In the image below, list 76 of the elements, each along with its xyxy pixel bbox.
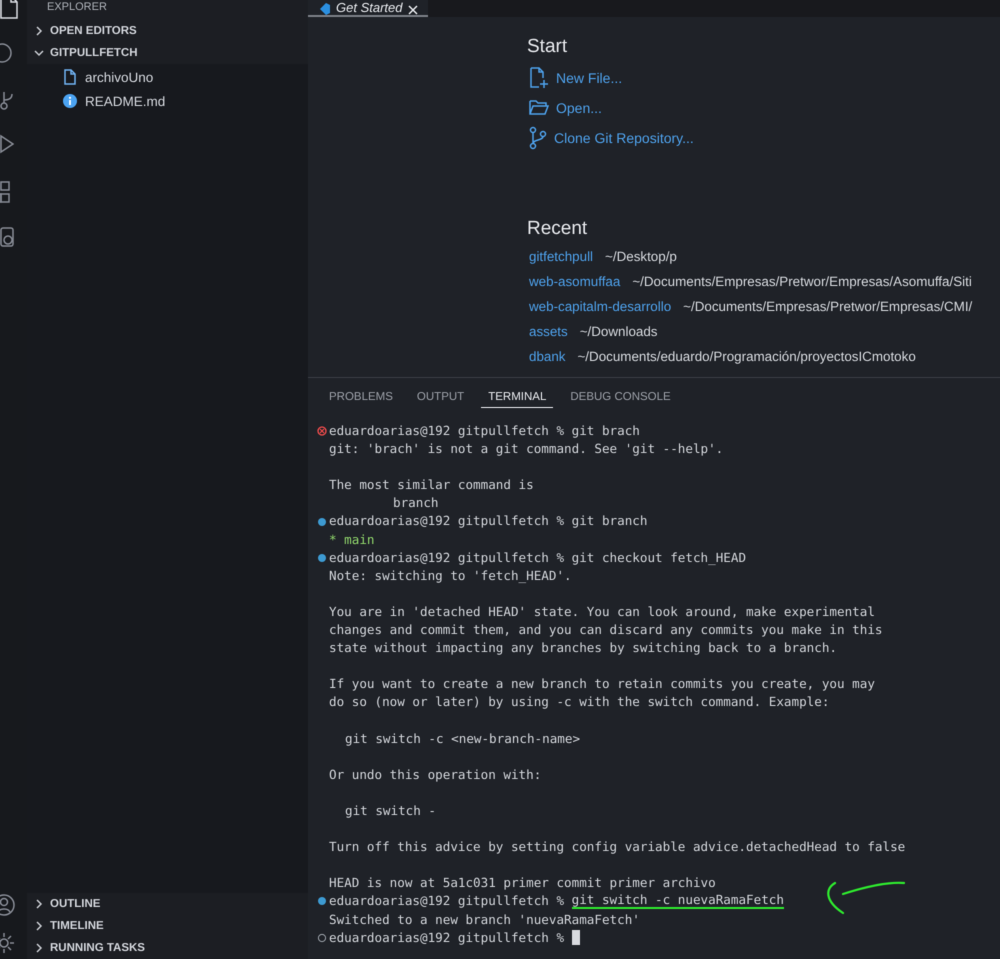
start-link[interactable]: Open... <box>556 100 602 116</box>
recent-path: ~/Desktop/p <box>605 249 677 264</box>
git-branch-icon <box>529 126 547 150</box>
section-label: OPEN EDITORS <box>50 25 137 37</box>
file-icon <box>63 69 77 85</box>
section-header[interactable]: RUNNING TASKS <box>27 937 308 959</box>
terminal-prompt: eduardoarias@192 gitpullfetch % <box>329 928 564 947</box>
file-name: archivoUno <box>85 70 154 84</box>
terminal-output: state without impacting any branches by switching back to a branch. <box>329 639 837 658</box>
recent-path: ~/Documents/Empresas/Pretwor/Empresas/CMI/ <box>683 299 972 314</box>
recent-link[interactable]: web-capitalm-desarrollo <box>529 299 672 314</box>
recent-link[interactable]: assets <box>529 324 568 339</box>
recent-link[interactable]: web-asomuffaa <box>529 274 620 289</box>
section-header[interactable]: GITPULLFETCH <box>27 42 308 64</box>
recent-path: ~/Documents/eduardo/Programación/proyectosICmotoko <box>577 349 916 364</box>
files-icon[interactable] <box>0 0 20 20</box>
terminal-output: Turn off this advice by setting config variable advice.detachedHead to false <box>329 838 906 856</box>
terminal-prompt: eduardoarias@192 gitpullfetch % <box>329 892 564 910</box>
terminal-output: branch <box>392 494 438 512</box>
panel-tab[interactable]: TERMINAL <box>481 384 554 408</box>
section-header[interactable]: OPEN EDITORS <box>27 20 308 42</box>
terminal-command: git brach <box>572 422 640 440</box>
recent-link[interactable]: dbank <box>529 349 566 364</box>
section-label: RUNNING TASKS <box>50 942 145 954</box>
terminal-output: do so (now or later) by using -c with the switch command. Example: <box>329 693 830 712</box>
chevron-right-icon <box>34 899 44 909</box>
sidebar-title: EXPLORER <box>47 1 107 13</box>
terminal-output: You are in 'detached HEAD' state. You can look around, make experimental <box>329 602 875 621</box>
panel-tab[interactable]: PROBLEMS <box>322 384 400 408</box>
new-file-icon <box>529 67 549 89</box>
chevron-down-icon <box>34 48 44 58</box>
chevron-right-icon <box>34 26 44 36</box>
terminal-output: git switch - <box>344 802 436 820</box>
account-icon[interactable] <box>0 893 16 917</box>
panel-tab[interactable]: DEBUG CONSOLE <box>563 384 678 408</box>
start-heading: Start <box>527 35 568 59</box>
terminal-output: git switch -c <new-branch-name> <box>344 730 580 748</box>
terminal-output: * main <box>329 530 374 549</box>
terminal-output: Or undo this operation with: <box>329 766 542 784</box>
file-item[interactable]: archivoUno <box>27 65 308 89</box>
terminal-output: git: 'brach' is not a git command. See 'git --help'. <box>329 440 724 458</box>
terminal-output: Switched to a new branch 'nuevaRamaFetch' <box>329 910 640 929</box>
folder-icon <box>529 99 549 117</box>
section-label: TIMELINE <box>50 920 104 932</box>
terminal-output: Note: switching to 'fetch_HEAD'. <box>329 566 572 585</box>
section-label: GITPULLFETCH <box>50 47 138 59</box>
close-icon[interactable] <box>408 5 418 15</box>
file-item[interactable]: README.md <box>27 89 308 113</box>
editor-tab[interactable]: Get Started <box>308 0 428 17</box>
info-icon <box>63 94 77 108</box>
terminal-prompt: eduardoarias@192 gitpullfetch % <box>329 422 564 440</box>
terminal-prompt: eduardoarias@192 gitpullfetch % <box>329 512 564 530</box>
remote-explorer-icon[interactable] <box>0 226 16 250</box>
panel-tab[interactable]: OUTPUT <box>410 384 472 408</box>
chevron-right-icon <box>34 921 44 931</box>
section-header[interactable]: OUTLINE <box>27 893 308 915</box>
recent-link[interactable]: gitfetchpull <box>529 249 594 264</box>
source-control-icon[interactable] <box>0 90 14 112</box>
start-link[interactable]: Clone Git Repository... <box>554 130 694 146</box>
terminal-prompt: eduardoarias@192 gitpullfetch % <box>329 548 564 567</box>
file-name: README.md <box>85 94 166 108</box>
terminal-output: HEAD is now at 5a1c031 primer commit primer archivo <box>329 874 716 892</box>
recent-path: ~/Documents/Empresas/Pretwor/Empresas/Asomuffa/Siti <box>632 274 972 289</box>
section-label: OUTLINE <box>50 898 100 910</box>
terminal-output: The most similar command is <box>329 476 534 494</box>
run-icon[interactable] <box>0 134 14 154</box>
recent-heading: Recent <box>527 217 588 241</box>
terminal-output: If you want to create a new branch to retain commits you create, you may <box>329 675 875 694</box>
section-header[interactable]: TIMELINE <box>27 915 308 937</box>
terminal-command: git branch <box>572 512 648 530</box>
start-link[interactable]: New File... <box>556 70 622 86</box>
recent-path: ~/Downloads <box>580 324 658 339</box>
terminal-command: git switch -c nuevaRamaFetch <box>572 893 784 910</box>
terminal-command: git checkout fetch_HEAD <box>572 548 746 567</box>
terminal-output: changes and commit them, and you can discard any commits you make in this <box>329 621 882 640</box>
chevron-right-icon <box>34 943 44 953</box>
